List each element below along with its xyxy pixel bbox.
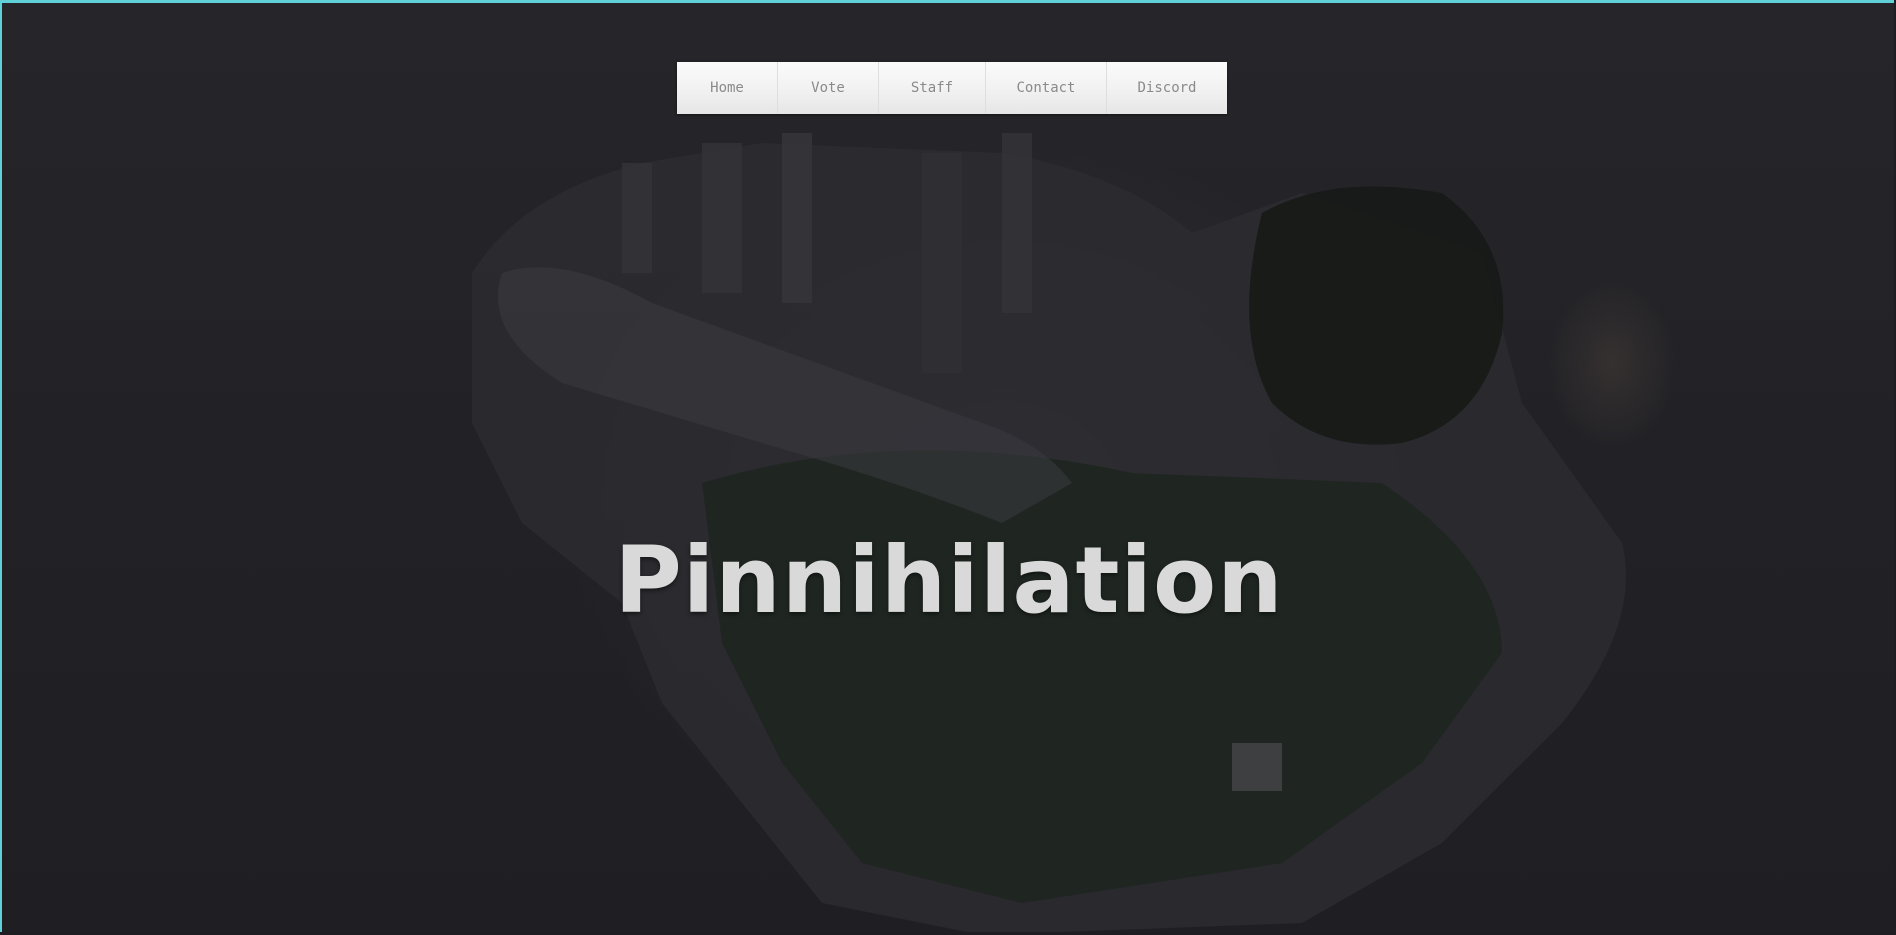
- page-frame: Home Vote Staff Contact Discord Pinnihil…: [0, 0, 1894, 932]
- nav-vote-link[interactable]: Vote: [778, 62, 879, 114]
- hero-title: Pinnihilation: [614, 526, 1284, 634]
- nav-staff-link[interactable]: Staff: [879, 62, 986, 114]
- top-nav-bar: Home Vote Staff Contact Discord: [677, 62, 1227, 114]
- nav-home-link[interactable]: Home: [677, 62, 778, 114]
- nav-discord-link[interactable]: Discord: [1107, 62, 1227, 114]
- hero-background-image: [472, 133, 1627, 932]
- nav-contact-link[interactable]: Contact: [986, 62, 1107, 114]
